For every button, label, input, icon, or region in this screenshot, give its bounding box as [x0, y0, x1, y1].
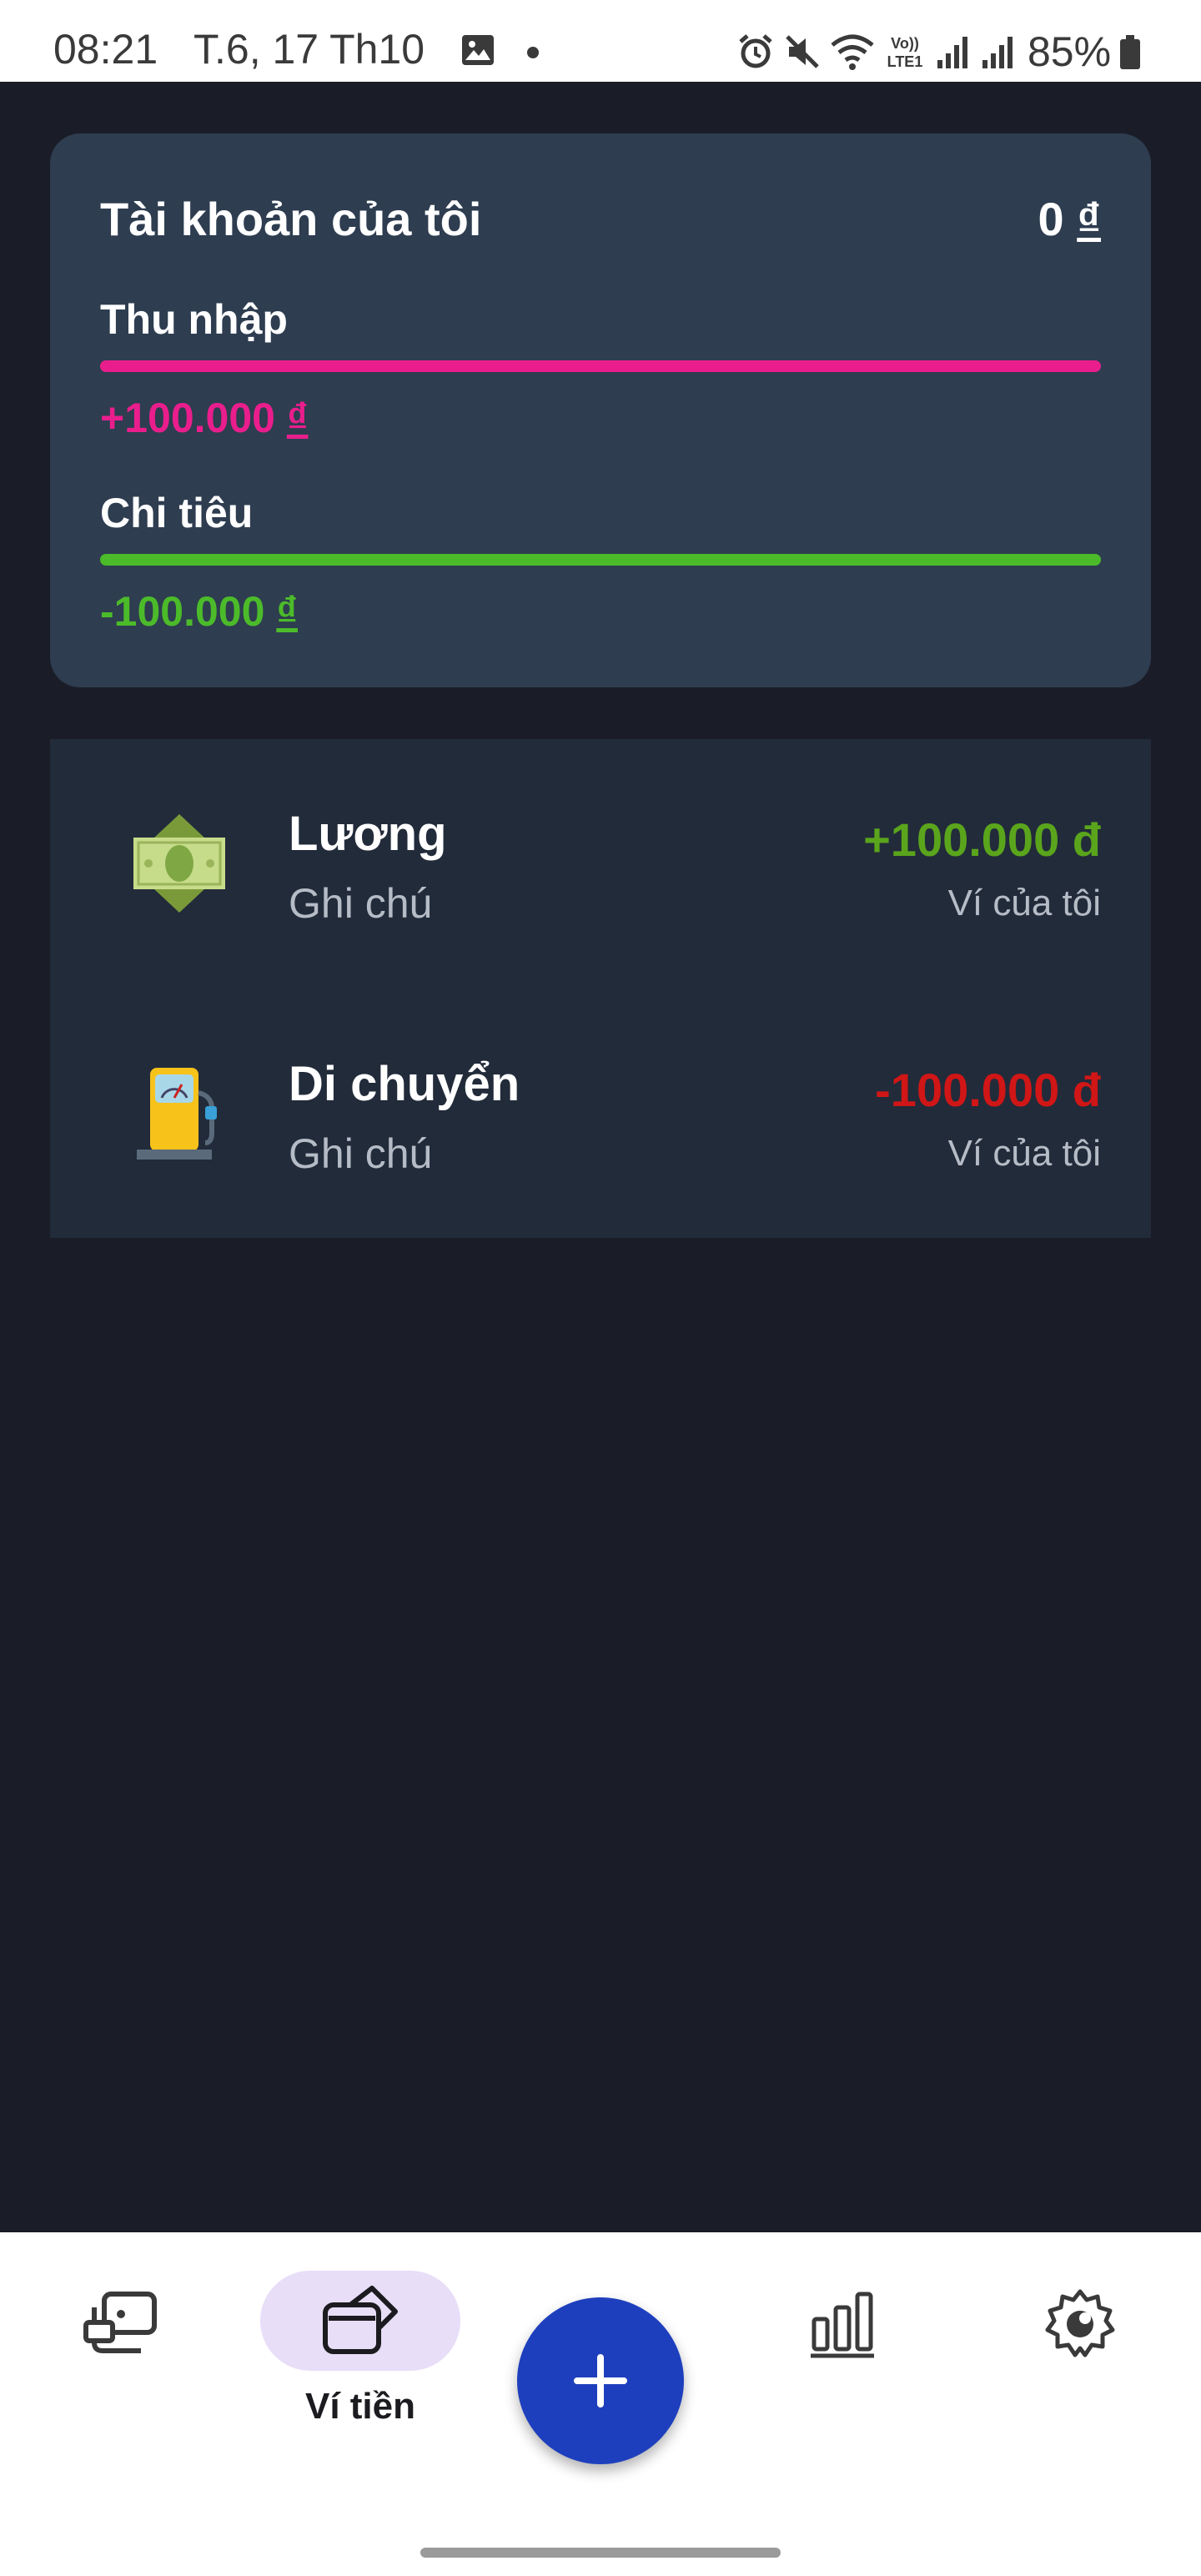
battery-percent: 85%	[1028, 28, 1112, 75]
bottom-navigation: Ví tiền	[0, 2232, 1201, 2576]
add-icon	[574, 2354, 627, 2407]
wallet-icon	[323, 2286, 398, 2354]
income-label: Thu nhập	[100, 296, 288, 343]
transaction-wallet: Ví của tôi	[947, 883, 1101, 923]
wifi-icon	[831, 34, 874, 70]
settings-icon	[1045, 2289, 1115, 2357]
transaction-list: Lương Ghi chú +100.000 đ Ví của tôi Di c…	[50, 739, 1151, 1238]
gallery-icon	[462, 35, 494, 65]
nav-statistics[interactable]	[792, 2282, 892, 2366]
expense-bar	[100, 554, 1101, 566]
status-bar: 08:21 T.6, 17 Th10 Vo)) LTE1 85%	[0, 0, 1201, 82]
add-transaction-button[interactable]	[517, 2297, 684, 2464]
currency-symbol: ₫	[286, 395, 309, 441]
income-amount: +100.000 ₫	[100, 394, 309, 442]
income-amount-value: +100.000	[100, 395, 275, 441]
account-summary-card[interactable]: Tài khoản của tôi 0 ₫ Thu nhập +100.000 …	[50, 133, 1151, 687]
svg-text:LTE1: LTE1	[887, 53, 923, 70]
expense-amount: -100.000 ₫	[100, 587, 298, 636]
signal-icon	[982, 37, 1013, 68]
transaction-note: Ghi chú	[289, 1130, 433, 1177]
mute-icon	[786, 35, 819, 68]
nav-wallet-label: Ví tiền	[304, 2386, 416, 2427]
currency-symbol: ₫	[276, 588, 298, 635]
nav-settings[interactable]	[1034, 2282, 1126, 2366]
income-bar	[100, 360, 1101, 372]
account-balance: 0 ₫	[1038, 192, 1101, 246]
expense-bar-fill	[100, 554, 1101, 566]
expense-amount-value: -100.000	[100, 588, 265, 635]
alarm-icon	[739, 34, 772, 68]
volte-icon: Vo)) LTE1	[887, 35, 923, 70]
battery-icon	[1120, 35, 1141, 69]
nav-wallet[interactable]	[260, 2271, 460, 2371]
income-bar-fill	[100, 360, 1101, 372]
expense-label: Chi tiêu	[100, 490, 254, 536]
status-date: T.6, 17 Th10	[193, 26, 425, 73]
signal-icon	[937, 37, 967, 68]
transaction-name: Di chuyển	[289, 1057, 520, 1111]
home-indicator[interactable]	[420, 2548, 781, 2558]
transaction-amount: +100.000 đ	[863, 813, 1101, 866]
transaction-item[interactable]: Lương Ghi chú +100.000 đ Ví của tôi	[50, 739, 1151, 989]
transaction-item[interactable]: Di chuyển Ghi chú -100.000 đ Ví của tôi	[50, 989, 1151, 1240]
notification-dot	[527, 47, 539, 58]
transaction-amount: -100.000 đ	[875, 1064, 1101, 1116]
svg-text:Vo)): Vo))	[891, 35, 919, 52]
status-icons: Vo)) LTE1 85%	[736, 28, 1143, 75]
status-time: 08:21	[53, 26, 158, 73]
transaction-note: Ghi chú	[289, 880, 433, 927]
account-title: Tài khoản của tôi	[100, 193, 482, 245]
fuel-pump-icon	[137, 1068, 217, 1160]
currency-symbol: ₫	[1077, 193, 1101, 245]
transaction-name: Lương	[289, 807, 447, 861]
transaction-wallet: Ví của tôi	[947, 1133, 1101, 1174]
account-balance-value: 0	[1038, 193, 1064, 245]
nav-transactions[interactable]	[67, 2282, 175, 2366]
chart-icon	[811, 2292, 874, 2358]
transactions-icon	[83, 2292, 157, 2353]
money-icon	[133, 814, 225, 913]
